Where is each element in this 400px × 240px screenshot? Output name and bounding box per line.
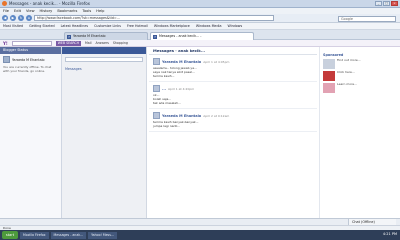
bookmark-item[interactable]: Free Hotmail <box>127 24 148 28</box>
message-time: April 1 at 4:05pm <box>203 59 230 64</box>
window-title: Messages - anak kecik... - Mozilla Firef… <box>9 1 90 6</box>
sidebar-item-label: Yaraeda M Ehantaio <box>12 57 45 62</box>
taskbar: start Mozilla Firefox Messages - anak...… <box>0 230 400 240</box>
forward-button[interactable]: ▶ <box>10 15 16 21</box>
navigation-bar: ◀ ▶ ↻ ⌂ http://www.facebook.com/?sk=mess… <box>0 14 400 23</box>
facebook-icon: f <box>67 34 71 39</box>
conversation-title: Messages · anak kecik... <box>149 47 317 55</box>
menu-help[interactable]: Help <box>96 9 104 13</box>
menu-bookmarks[interactable]: Bookmarks <box>57 9 77 13</box>
yahoo-mail-link[interactable]: Mail <box>85 41 91 45</box>
ad-image <box>323 83 335 93</box>
message-item: Yaraeda M Ehantaio April 1 at 4:05pm ass… <box>149 55 317 82</box>
maximize-button[interactable]: □ <box>383 1 390 6</box>
tab-bar: f Yaraeda M Ehantaio f Messages - anak k… <box>0 30 400 40</box>
ad-item[interactable]: Learn more... <box>323 82 397 93</box>
bookmark-item[interactable]: Latest Headlines <box>61 24 89 28</box>
message-time: April 1 at 4:20pm <box>168 86 195 91</box>
menu-file[interactable]: File <box>3 9 9 13</box>
ad-text: Find out more... <box>337 58 361 62</box>
yahoo-answers-link[interactable]: Answers <box>95 41 108 45</box>
sponsored-title: Sponsored <box>323 53 344 57</box>
tab-label: Messages - anak kecik... - <box>159 34 202 38</box>
messages-panel-title: Messages <box>65 67 82 71</box>
url-field[interactable]: http://www.facebook.com/?sk=messages&tid… <box>34 15 274 21</box>
avatar <box>153 58 160 65</box>
sidebar-header: Blogger Status <box>0 47 61 54</box>
menu-view[interactable]: View <box>26 9 35 13</box>
bookmark-item[interactable]: Windows Marketplace <box>154 24 190 28</box>
message-item: Yaraeda M Ehantaio April 2 at 9:12am ter… <box>149 109 317 132</box>
firefox-icon <box>2 1 7 6</box>
yahoo-search-input[interactable] <box>11 40 52 46</box>
taskbar-item[interactable]: Mozilla Firefox <box>20 231 49 239</box>
title-bar: Messages - anak kecik... - Mozilla Firef… <box>0 0 400 8</box>
search-field[interactable]: Google <box>338 15 396 22</box>
yahoo-toolbar: Y! WEB SEARCH Mail Answers Shopping <box>0 40 400 47</box>
message-body: ok... boleh saja... tak ada masalah... <box>153 93 181 105</box>
chat-bar: Chat (Offline) <box>0 218 400 226</box>
bookmarks-toolbar: Most Visited Getting Started Latest Head… <box>0 23 400 30</box>
sidebar: Blogger Status Yaraeda M Ehantaio You ar… <box>0 47 62 229</box>
menu-tools[interactable]: Tools <box>82 9 91 13</box>
message-author[interactable]: Yaraeda M Ehantaio <box>162 114 201 118</box>
message-time: April 2 at 9:12am <box>203 113 230 118</box>
conversation: Messages · anak kecik... Yaraeda M Ehant… <box>149 47 317 229</box>
message-body: terima kasih banyak-banyak... jumpa lagi… <box>153 120 199 128</box>
tab-label: Yaraeda M Ehantaio <box>73 34 106 38</box>
avatar <box>3 56 10 63</box>
message-body: assalamu.. tolong jawab ya... saya nak t… <box>153 66 197 78</box>
offline-note: You are currently offline. To chat with … <box>3 65 52 73</box>
tab-profile[interactable]: f Yaraeda M Ehantaio <box>64 32 148 40</box>
right-column: Sponsored Find out more... Click here...… <box>319 47 400 229</box>
yahoo-shopping-link[interactable]: Shopping <box>113 41 128 45</box>
ad-text: Learn more... <box>337 82 357 86</box>
avatar <box>153 112 160 119</box>
messages-panel: Messages <box>62 47 147 229</box>
web-search-button[interactable]: WEB SEARCH <box>55 40 81 46</box>
ad-image <box>323 71 335 81</box>
bookmark-item[interactable]: Customize Links <box>94 24 121 28</box>
messages-search-input[interactable] <box>65 57 143 62</box>
message-author[interactable]: Yaraeda M Ehantaio <box>162 60 201 64</box>
taskbar-item[interactable]: Messages - anak... <box>50 231 87 239</box>
ad-text: Click here... <box>337 70 355 74</box>
menu-history[interactable]: History <box>40 9 53 13</box>
avatar <box>153 85 160 92</box>
bookmark-item[interactable]: Windows <box>227 24 242 28</box>
home-button[interactable]: ⌂ <box>26 15 32 21</box>
reload-button[interactable]: ↻ <box>18 15 24 21</box>
clock: 4:21 PM <box>382 232 397 236</box>
message-item: ... April 1 at 4:20pm ok... boleh saja..… <box>149 82 317 109</box>
window-controls: _ □ × <box>375 1 398 6</box>
facebook-header-bar <box>62 47 146 54</box>
bookmark-item[interactable]: Windows Media <box>196 24 222 28</box>
menu-edit[interactable]: Edit <box>14 9 21 13</box>
minimize-button[interactable]: _ <box>375 1 382 6</box>
bookmark-item[interactable]: Most Visited <box>3 24 23 28</box>
facebook-icon: f <box>153 34 157 39</box>
yahoo-logo[interactable]: Y! <box>3 41 8 46</box>
tab-messages[interactable]: f Messages - anak kecik... - <box>150 32 254 40</box>
ad-item[interactable]: Find out more... <box>323 58 397 69</box>
ad-image <box>323 59 335 69</box>
sidebar-item-profile[interactable]: Yaraeda M Ehantaio <box>0 54 61 65</box>
start-button[interactable]: start <box>2 231 18 239</box>
main-content: Messages Messages · anak kecik... Yaraed… <box>62 47 400 229</box>
bookmark-item[interactable]: Getting Started <box>29 24 55 28</box>
close-button[interactable]: × <box>391 1 398 6</box>
ad-item[interactable]: Click here... <box>323 70 397 81</box>
taskbar-item[interactable]: Yahoo! Mess... <box>88 231 117 239</box>
back-button[interactable]: ◀ <box>2 15 8 21</box>
message-author[interactable]: ... <box>162 87 166 91</box>
